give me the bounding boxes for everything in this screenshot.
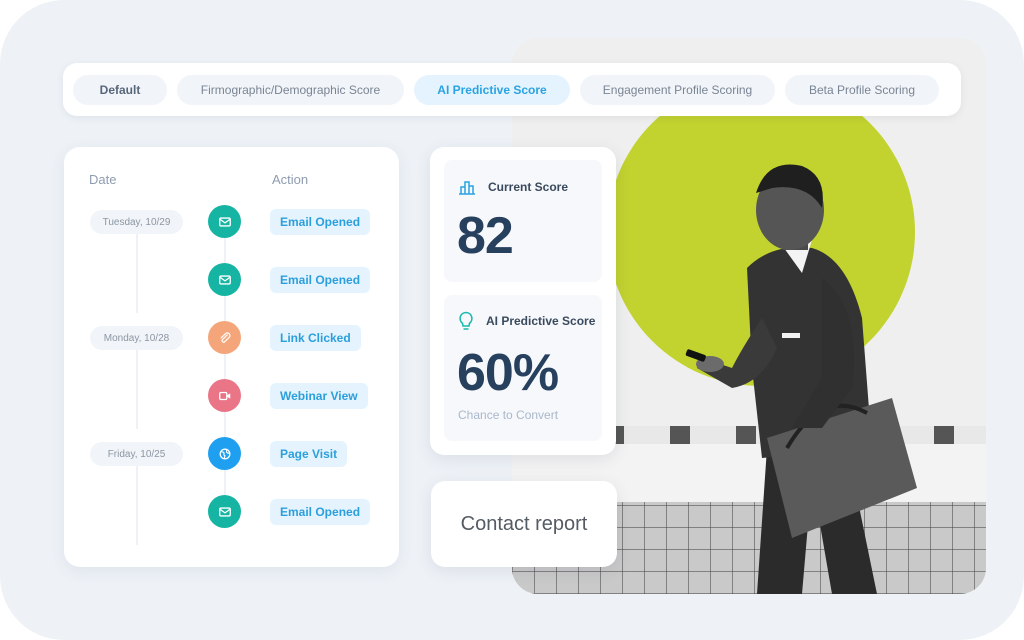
businessman-illustration [685, 164, 917, 594]
current-score-block: Current Score 82 [444, 160, 602, 282]
video-camera-icon [208, 379, 241, 412]
timeline-connector [224, 217, 226, 517]
date-connector [136, 233, 138, 313]
ai-predictive-score-value: 60% [457, 344, 559, 402]
date-column-header: Date [89, 172, 117, 187]
date-connector [136, 349, 138, 429]
tab-ai-predictive-score[interactable]: AI Predictive Score [414, 74, 570, 105]
current-score-value: 82 [457, 207, 514, 265]
timeline-event[interactable]: Email Opened [270, 209, 371, 235]
globe-icon [208, 437, 241, 470]
ai-predictive-score-label: AI Predictive Score [486, 314, 596, 328]
paperclip-icon [208, 321, 241, 354]
lightbulb-icon [459, 311, 473, 330]
timeline-event[interactable]: Link Clicked [270, 325, 361, 351]
ai-predictive-score-block: AI Predictive Score 60% Chance to Conver… [444, 295, 602, 441]
bar-chart-icon [459, 181, 475, 195]
tab-engagement-profile-scoring[interactable]: Engagement Profile Scoring [580, 74, 775, 105]
activity-timeline-card: Date Action Tuesday, 10/29 Monday, 10/28… [64, 147, 399, 567]
timeline-event[interactable]: Email Opened [270, 267, 371, 293]
timeline-event[interactable]: Webinar View [270, 383, 368, 409]
tab-default[interactable]: Default [73, 74, 167, 105]
date-label: Monday, 10/28 [90, 326, 183, 350]
envelope-icon [208, 205, 241, 238]
date-label: Friday, 10/25 [90, 442, 183, 466]
contact-report-button[interactable]: Contact report [431, 481, 617, 567]
chance-to-convert-caption: Chance to Convert [458, 408, 559, 422]
current-score-label: Current Score [488, 180, 569, 194]
date-label: Tuesday, 10/29 [90, 210, 183, 234]
scoring-tab-bar: Default Firmographic/Demographic Score A… [63, 63, 961, 116]
envelope-icon [208, 495, 241, 528]
date-connector [136, 465, 138, 545]
envelope-icon [208, 263, 241, 296]
score-summary-card: Current Score 82 AI Predictive Score 60%… [430, 147, 616, 455]
action-column-header: Action [272, 172, 309, 187]
timeline-event[interactable]: Email Opened [270, 499, 371, 525]
timeline-event[interactable]: Page Visit [270, 441, 348, 467]
tab-beta-profile-scoring[interactable]: Beta Profile Scoring [785, 74, 939, 105]
tab-firmographic-demographic-score[interactable]: Firmographic/Demographic Score [177, 74, 404, 105]
